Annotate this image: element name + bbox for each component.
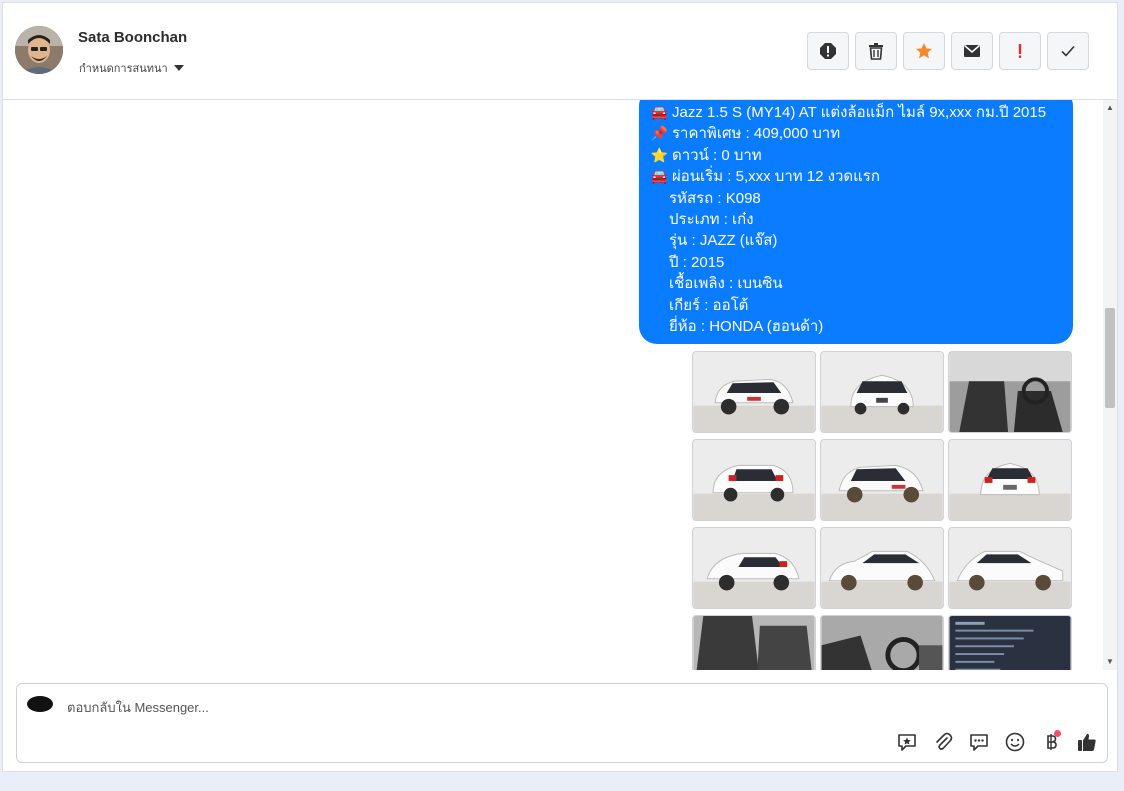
pin-icon: 📌 — [650, 125, 669, 142]
car-photo-thumbnail[interactable] — [820, 527, 944, 609]
reply-input[interactable] — [65, 695, 869, 719]
contact-name: Sata Boonchan — [78, 29, 188, 46]
payment-button[interactable] — [1039, 730, 1063, 754]
message-thread[interactable]: 🚘 Jazz 1.5 S (MY14) AT แต่งล้อแม็ก ไมล์ 9… — [3, 100, 1103, 670]
message-text: Jazz 1.5 S (MY14) AT แต่งล้อแม็ก ไมล์ 9x… — [672, 104, 1047, 121]
saved-reply-icon — [898, 734, 916, 751]
chat-bubble-icon — [970, 734, 988, 751]
saved-reply-button[interactable] — [895, 730, 919, 754]
scroll-down-arrow-icon[interactable]: ▼ — [1106, 658, 1114, 666]
mail-icon — [964, 44, 980, 57]
car-icon: 🚘 — [650, 168, 669, 185]
report-button[interactable] — [807, 32, 849, 70]
delete-button[interactable] — [855, 32, 897, 70]
priority-button[interactable] — [999, 32, 1041, 70]
message-text: ดาวน์ : 0 บาท — [672, 146, 762, 164]
avatar[interactable] — [15, 26, 63, 74]
caret-down-icon — [173, 65, 184, 71]
message-text: ปี : 2015 — [669, 253, 725, 271]
emoji-button[interactable] — [1003, 730, 1027, 754]
message-text: ประเภท : เก๋ง — [669, 211, 754, 229]
message-line: 🚘 ผ่อนเริ่ม : 5,xxx บาท 12 งวดแรก — [651, 166, 1061, 187]
car-photo-thumbnail[interactable] — [692, 527, 816, 609]
message-bubble: 🚘 Jazz 1.5 S (MY14) AT แต่งล้อแม็ก ไมล์ 9… — [639, 100, 1073, 344]
message-line: ⭐ ดาวน์ : 0 บาท — [651, 145, 1061, 166]
message-line: ยี่ห้อ : HONDA (ฮอนด้า) — [651, 316, 1061, 337]
report-icon — [820, 43, 836, 59]
check-icon — [1061, 45, 1075, 57]
page-logo — [27, 696, 53, 712]
thread-scrollbar[interactable]: ▲ ▼ — [1103, 100, 1117, 670]
scrollbar-thumb[interactable] — [1105, 308, 1115, 408]
message-line: เกียร์ : ออโต้ — [651, 295, 1061, 316]
message-text: ยี่ห้อ : HONDA (ฮอนด้า) — [669, 318, 824, 336]
message-line: 🚘 Jazz 1.5 S (MY14) AT แต่งล้อแม็ก ไมล์ 9… — [651, 102, 1061, 123]
car-photo-thumbnail[interactable] — [948, 351, 1072, 433]
message-line: ปี : 2015 — [651, 252, 1061, 273]
attach-button[interactable] — [931, 730, 955, 754]
star-icon — [916, 43, 932, 59]
document-photo-thumbnail[interactable] — [948, 615, 1072, 670]
trash-icon — [869, 43, 883, 60]
composer-toolbar — [895, 730, 1099, 754]
car-photo-thumbnail[interactable] — [820, 351, 944, 433]
notification-dot — [1054, 730, 1061, 737]
photo-grid — [692, 351, 1072, 670]
reply-composer — [16, 683, 1108, 763]
conversation-header: Sata Boonchan กำหนดการสนทนา — [3, 3, 1117, 100]
car-icon: 🚘 — [650, 104, 669, 120]
message-line: เชื้อเพลิง : เบนซิน — [651, 273, 1061, 294]
scroll-up-arrow-icon[interactable]: ▲ — [1106, 104, 1114, 112]
done-button[interactable] — [1047, 32, 1089, 70]
message-line: รุ่น : JAZZ (แจ๊ส) — [651, 230, 1061, 251]
car-photo-thumbnail[interactable] — [820, 439, 944, 521]
message-line: รหัสรถ : K098 — [651, 188, 1061, 209]
smiley-icon — [1005, 732, 1025, 752]
like-button[interactable] — [1075, 730, 1099, 754]
header-actions — [807, 32, 1089, 70]
car-photo-thumbnail[interactable] — [692, 351, 816, 433]
message-text: เชื้อเพลิง : เบนซิน — [669, 275, 783, 293]
message-text: รุ่น : JAZZ (แจ๊ส) — [669, 232, 778, 250]
car-photo-thumbnail[interactable] — [692, 439, 816, 521]
message-line: 📌 ราคาพิเศษ : 409,000 บาท — [651, 123, 1061, 144]
thumbs-up-icon — [1078, 733, 1096, 751]
assign-label: กำหนดการสนทนา — [79, 63, 168, 75]
message-line: ประเภท : เก๋ง — [651, 209, 1061, 230]
message-text: รหัสรถ : K098 — [669, 189, 761, 207]
star-button[interactable] — [903, 32, 945, 70]
priority-icon — [1018, 44, 1022, 58]
car-photo-thumbnail[interactable] — [820, 615, 944, 670]
message-text: เกียร์ : ออโต้ — [669, 296, 749, 314]
quick-reply-button[interactable] — [967, 730, 991, 754]
assign-conversation-dropdown[interactable]: กำหนดการสนทนา — [79, 59, 184, 77]
car-photo-thumbnail[interactable] — [948, 527, 1072, 609]
car-photo-thumbnail[interactable] — [948, 439, 1072, 521]
mark-unread-button[interactable] — [951, 32, 993, 70]
message-text: ราคาพิเศษ : 409,000 บาท — [672, 125, 841, 143]
paperclip-icon — [936, 732, 953, 750]
star-emoji-icon: ⭐ — [650, 146, 669, 163]
message-text: ผ่อนเริ่ม : 5,xxx บาท 12 งวดแรก — [672, 168, 880, 186]
car-photo-thumbnail[interactable] — [692, 615, 816, 670]
inbox-window: Sata Boonchan กำหนดการสนทนา 🚘 Jazz 1.5 S… — [2, 2, 1118, 772]
